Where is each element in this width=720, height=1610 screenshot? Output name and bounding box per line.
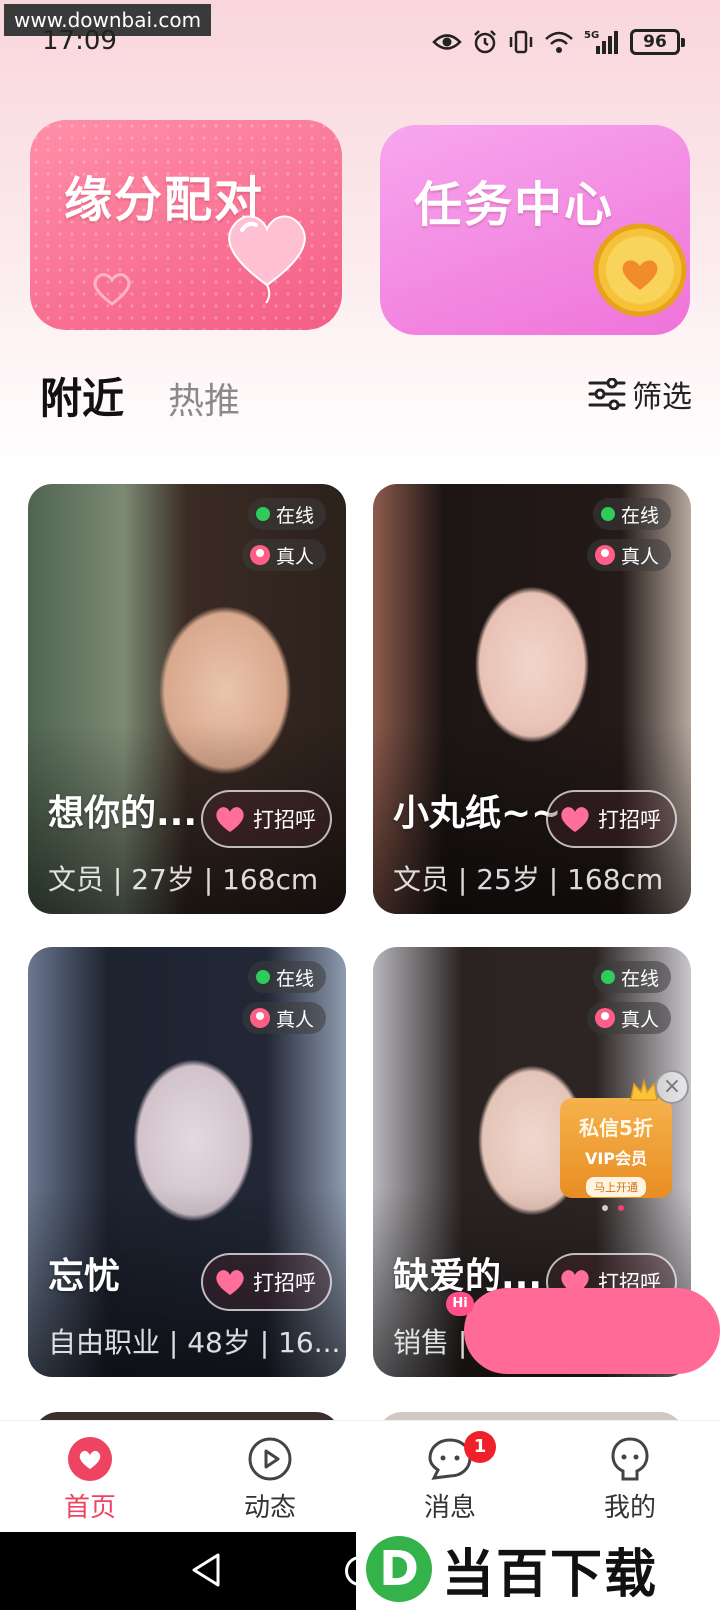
- vip-promo[interactable]: 私信5折 VIP会员 马上开通: [560, 1098, 672, 1198]
- online-badge: 在线: [247, 961, 326, 993]
- heart-coin-icon: [593, 223, 687, 317]
- greet-label: 打招呼: [598, 808, 661, 832]
- profile-card[interactable]: 在线 真人 小丸纸~~ 打招呼 文员 | 25岁 | 168cm: [373, 484, 691, 914]
- site-logo: D 当百下载: [356, 1528, 720, 1610]
- real-person-icon: [249, 1008, 270, 1028]
- logo-text: 当百下载: [442, 1544, 659, 1605]
- match-banner[interactable]: 缘分配对: [30, 120, 342, 330]
- nav-feed[interactable]: 动态: [210, 1435, 330, 1524]
- online-dot-icon: [255, 970, 270, 984]
- profile-info: 文员 | 25岁 | 168cm: [393, 863, 664, 896]
- floating-action-bar[interactable]: [464, 1288, 720, 1374]
- online-label: 在线: [275, 967, 314, 990]
- online-dot-icon: [600, 507, 615, 521]
- online-badge: 在线: [592, 961, 671, 993]
- task-banner-title: 任务中心: [414, 177, 615, 233]
- real-badge: 真人: [586, 539, 671, 571]
- status-time: 17:09: [42, 26, 117, 56]
- filter-label: 筛选: [632, 380, 692, 415]
- carousel-dots: [602, 1205, 624, 1211]
- filter-icon: [588, 378, 626, 410]
- small-heart-icon: [93, 273, 131, 306]
- online-badge: 在线: [247, 498, 326, 530]
- unread-badge: 1: [464, 1431, 496, 1463]
- online-label: 在线: [275, 504, 314, 527]
- status-icons: 5G 96: [432, 26, 685, 58]
- profile-icon: [611, 1437, 649, 1481]
- online-label: 在线: [620, 967, 659, 990]
- greet-button[interactable]: 打招呼: [546, 790, 677, 848]
- vip-promo-subtitle: VIP会员: [584, 1149, 648, 1168]
- profile-name: 想你的...: [48, 793, 198, 834]
- real-badge: 真人: [241, 539, 326, 571]
- carousel-dot-active: [618, 1205, 624, 1211]
- real-label: 真人: [620, 545, 659, 568]
- profile-name: 小丸纸~~: [393, 793, 562, 834]
- online-dot-icon: [600, 970, 615, 984]
- real-person-icon: [249, 545, 270, 565]
- profile-card[interactable]: 在线 真人 忘忧 打招呼 自由职业 | 48岁 | 16...: [28, 947, 346, 1377]
- heart-icon: [561, 807, 589, 832]
- play-icon: [248, 1437, 292, 1481]
- profile-name: 忘忧: [48, 1256, 121, 1297]
- nav-me-label: 我的: [603, 1493, 656, 1523]
- vip-promo-title: 私信5折: [579, 1116, 653, 1140]
- signal-5g-icon: 5G: [584, 30, 618, 54]
- real-label: 真人: [620, 1008, 659, 1031]
- greet-label: 打招呼: [253, 808, 316, 832]
- alarm-icon: [474, 30, 496, 54]
- vip-open-button[interactable]: 马上开通: [586, 1177, 646, 1197]
- greet-button[interactable]: 打招呼: [201, 1253, 332, 1311]
- filter-button[interactable]: 筛选: [588, 372, 692, 416]
- online-dot-icon: [255, 507, 270, 521]
- task-banner[interactable]: 任务中心: [380, 125, 690, 335]
- close-icon[interactable]: ×: [655, 1070, 689, 1104]
- carousel-dot: [602, 1205, 608, 1211]
- greet-label: 打招呼: [253, 1271, 316, 1295]
- svg-text:5G: 5G: [584, 30, 599, 41]
- nav-home-label: 首页: [63, 1493, 116, 1523]
- real-badge: 真人: [241, 1002, 326, 1034]
- real-label: 真人: [275, 545, 314, 568]
- heart-icon: [216, 1270, 244, 1295]
- nav-me[interactable]: 我的: [570, 1435, 690, 1524]
- battery-icon: 96: [630, 29, 685, 55]
- logo-letter: D: [366, 1536, 432, 1602]
- real-label: 真人: [275, 1008, 314, 1031]
- online-label: 在线: [620, 504, 659, 527]
- heart-icon: [216, 807, 244, 832]
- back-icon[interactable]: [190, 1552, 222, 1588]
- eye-icon: [432, 34, 462, 50]
- nav-messages-label: 消息: [423, 1493, 476, 1523]
- greet-button[interactable]: 打招呼: [201, 790, 332, 848]
- profile-info: 文员 | 27岁 | 168cm: [48, 863, 319, 896]
- bottom-nav: 首页 动态 消息 1 我的: [0, 1420, 720, 1532]
- real-badge: 真人: [586, 1002, 671, 1034]
- tab-nearby[interactable]: 附近: [40, 365, 124, 426]
- nav-feed-label: 动态: [243, 1493, 296, 1523]
- profile-card[interactable]: 在线 真人 想你的... 打招呼 文员 | 27岁 | 168cm: [28, 484, 346, 914]
- real-person-icon: [594, 545, 615, 565]
- nav-messages[interactable]: 消息 1: [390, 1431, 510, 1524]
- heart-balloon-icon: [228, 215, 306, 304]
- online-badge: 在线: [592, 498, 671, 530]
- profile-info: 销售 |: [393, 1326, 468, 1359]
- hi-bubble-icon: Hi: [446, 1292, 474, 1316]
- vibrate-icon: [509, 30, 533, 54]
- profile-info: 自由职业 | 48岁 | 16...: [48, 1326, 341, 1359]
- tab-hot[interactable]: 热推: [168, 372, 240, 424]
- real-person-icon: [594, 1008, 615, 1028]
- nav-home[interactable]: 首页: [30, 1435, 150, 1524]
- wifi-icon: [545, 31, 573, 53]
- home-heart-icon: [68, 1437, 112, 1481]
